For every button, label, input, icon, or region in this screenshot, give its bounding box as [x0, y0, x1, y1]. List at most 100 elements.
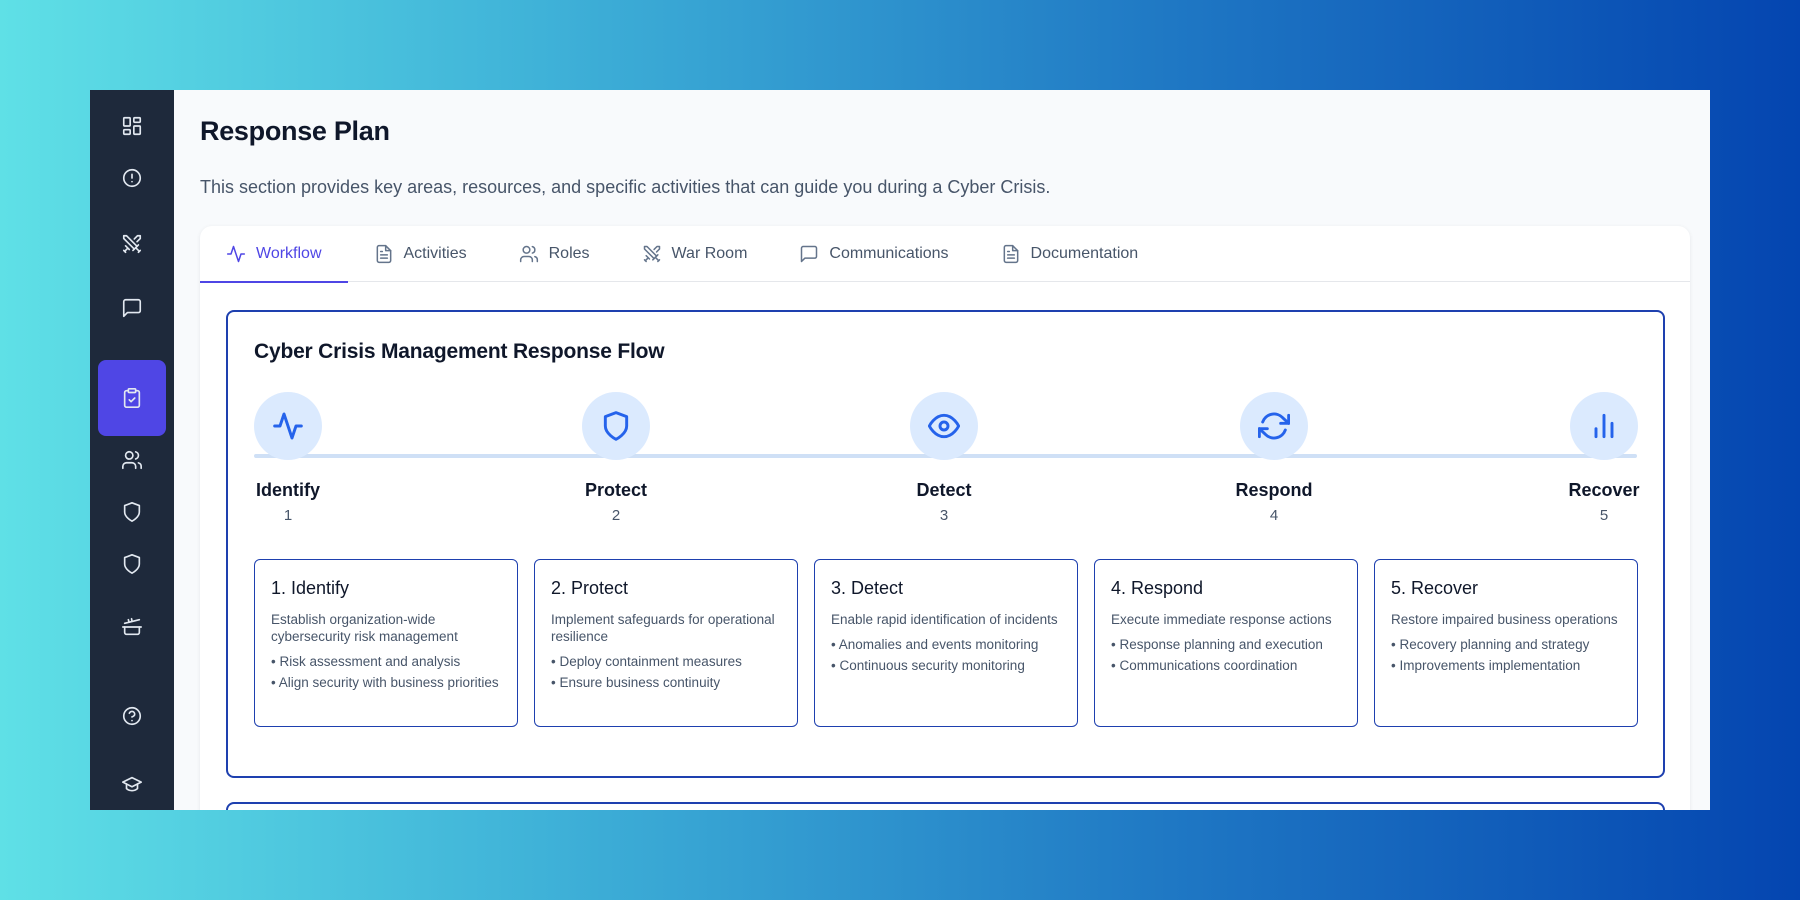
- shield-icon: [123, 502, 141, 522]
- bar-chart-icon: [1594, 413, 1614, 439]
- sidebar-item-alerts[interactable]: [98, 154, 166, 202]
- app-window: Response Plan This section provides key …: [90, 90, 1710, 810]
- dashboard-icon: [122, 116, 142, 136]
- eye-icon: [928, 413, 960, 439]
- step-number: 1: [283, 507, 293, 524]
- sidebar-item-war-room[interactable]: [98, 220, 166, 268]
- flow-title: Cyber Crisis Management Response Flow: [254, 340, 665, 363]
- sidebar-item-protection[interactable]: [98, 540, 166, 588]
- flow-step-identify[interactable]: Identify 1: [228, 392, 348, 524]
- step-circle: [582, 392, 650, 460]
- main-content: Response Plan This section provides key …: [174, 90, 1710, 810]
- detail-list: Anomalies and events monitoring Continuo…: [831, 636, 1061, 674]
- detail-description: Execute immediate response actions: [1111, 612, 1332, 627]
- message-icon: [122, 298, 142, 318]
- detail-description: Restore impaired business operations: [1391, 612, 1618, 627]
- list-item: Response planning and execution: [1111, 636, 1341, 653]
- swords-icon: [643, 245, 660, 263]
- step-number: 5: [1599, 507, 1609, 524]
- step-name: Respond: [1235, 480, 1313, 500]
- detail-description: Implement safeguards for operational res…: [551, 612, 775, 644]
- shield-icon: [603, 411, 629, 441]
- detail-description: Enable rapid identification of incidents: [831, 612, 1058, 627]
- step-name: Detect: [916, 480, 972, 500]
- detail-card-respond[interactable]: 4. Respond Execute immediate response ac…: [1094, 559, 1358, 727]
- detail-title: 5. Recover: [1391, 578, 1479, 598]
- step-circle: [910, 392, 978, 460]
- detail-description: Establish organization-wide cybersecurit…: [271, 612, 458, 644]
- step-name: Recover: [1568, 480, 1640, 500]
- graduation-cap-icon: [122, 776, 142, 792]
- flow-step-respond[interactable]: Respond 4: [1214, 392, 1334, 524]
- sidebar-item-response-plan[interactable]: [98, 360, 166, 436]
- step-name: Protect: [584, 480, 647, 500]
- shield-icon: [123, 554, 141, 574]
- sidebar-item-training[interactable]: [98, 760, 166, 808]
- sidebar-item-users[interactable]: [98, 436, 166, 484]
- sidebar-item-communications[interactable]: [98, 284, 166, 332]
- detail-title: 3. Detect: [831, 578, 904, 598]
- cooking-pot-icon: [122, 617, 142, 636]
- detail-list: Risk assessment and analysis Align secur…: [271, 653, 501, 691]
- help-circle-icon: [122, 706, 142, 726]
- tab-roles[interactable]: Roles: [493, 226, 616, 282]
- detail-card-detect[interactable]: 3. Detect Enable rapid identification of…: [814, 559, 1078, 727]
- tab-label: Activities: [403, 245, 467, 262]
- tab-workflow[interactable]: Workflow: [200, 226, 348, 283]
- tab-label: Workflow: [256, 245, 322, 262]
- response-plan-card: Workflow Activities Roles War Room Commu…: [200, 226, 1690, 810]
- list-item: Recovery planning and strategy: [1391, 636, 1621, 653]
- detail-card-protect[interactable]: 2. Protect Implement safeguards for oper…: [534, 559, 798, 727]
- users-icon: [519, 245, 538, 263]
- step-name: Identify: [255, 480, 320, 500]
- list-item: Communications coordination: [1111, 657, 1341, 674]
- detail-title: 1. Identify: [271, 578, 350, 598]
- sidebar-item-security[interactable]: [98, 488, 166, 536]
- list-item: Deploy containment measures: [551, 653, 781, 670]
- list-item: Anomalies and events monitoring: [831, 636, 1061, 653]
- file-text-icon: [376, 244, 391, 264]
- sidebar-item-help[interactable]: [98, 692, 166, 740]
- detail-card-recover[interactable]: 5. Recover Restore impaired business ope…: [1374, 559, 1638, 727]
- swords-icon: [122, 234, 142, 254]
- step-circle: [254, 392, 322, 460]
- step-number: 4: [1269, 507, 1279, 524]
- tab-documentation[interactable]: Documentation: [975, 226, 1165, 282]
- activity-icon: [273, 412, 303, 440]
- page-title: Response Plan: [200, 116, 390, 146]
- tab-communications[interactable]: Communications: [773, 226, 974, 282]
- tab-bar: Workflow Activities Roles War Room Commu…: [200, 226, 1690, 283]
- detail-list: Response planning and execution Communic…: [1111, 636, 1341, 674]
- alert-circle-icon: [122, 168, 142, 188]
- message-icon: [801, 245, 818, 263]
- detail-card-identify[interactable]: 1. Identify Establish organization-wide …: [254, 559, 518, 727]
- sidebar-item-dashboard[interactable]: [98, 102, 166, 150]
- tab-war-room[interactable]: War Room: [616, 226, 774, 282]
- list-item: Ensure business continuity: [551, 674, 781, 691]
- list-item: Risk assessment and analysis: [271, 653, 501, 670]
- detail-title: 2. Protect: [551, 578, 629, 598]
- detail-list: Deploy containment measures Ensure busin…: [551, 653, 781, 691]
- tab-label: Documentation: [1030, 245, 1139, 262]
- tab-label: Roles: [548, 245, 590, 262]
- page-description: This section provides key areas, resourc…: [200, 177, 1051, 197]
- flow-step-detect[interactable]: Detect 3: [884, 392, 1004, 524]
- activity-icon: [226, 245, 246, 263]
- detail-title: 4. Respond: [1111, 578, 1204, 598]
- list-item: Align security with business priorities: [271, 674, 501, 691]
- file-text-icon: [1003, 244, 1018, 264]
- next-section-panel: [226, 802, 1665, 810]
- step-number: 2: [611, 507, 621, 524]
- list-item: Continuous security monitoring: [831, 657, 1061, 674]
- tab-label: Communications: [829, 245, 949, 262]
- list-item: Improvements implementation: [1391, 657, 1621, 674]
- sidebar: [90, 90, 174, 810]
- flow-step-protect[interactable]: Protect 2: [556, 392, 676, 524]
- sidebar-item-recipes[interactable]: [98, 603, 166, 651]
- flow-step-recover[interactable]: Recover 5: [1544, 392, 1664, 524]
- tab-activities[interactable]: Activities: [348, 226, 493, 282]
- tab-label: War Room: [671, 245, 748, 262]
- step-circle: [1240, 392, 1308, 460]
- detail-list: Recovery planning and strategy Improveme…: [1391, 636, 1621, 674]
- step-number: 3: [939, 507, 949, 524]
